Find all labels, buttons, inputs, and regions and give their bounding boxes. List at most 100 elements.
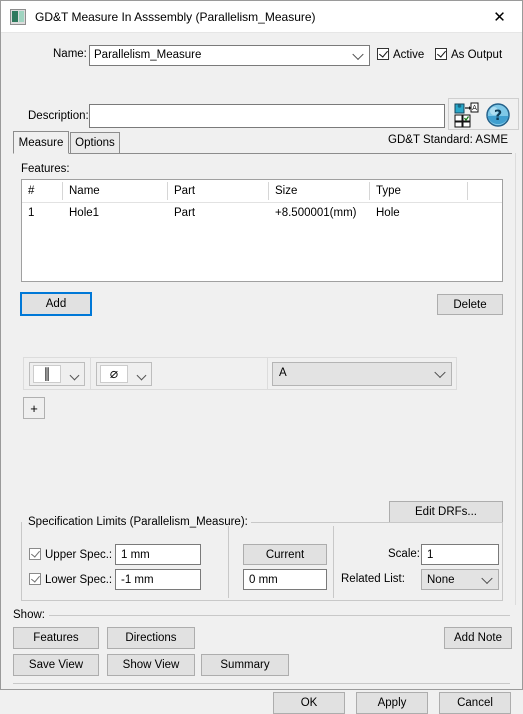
section-divider <box>333 526 334 598</box>
column-header-part[interactable]: Part <box>168 180 268 202</box>
table-header: # Name Part Size Type <box>22 180 502 203</box>
tab-measure[interactable]: Measure <box>13 131 69 154</box>
show-directions-button[interactable]: Directions <box>107 627 195 649</box>
add-note-button[interactable]: Add Note <box>444 627 512 649</box>
parallelism-symbol-icon: ∥ <box>33 365 61 383</box>
feature-control-frame: ∥ ⌀ A <box>23 357 457 390</box>
mapping-icon[interactable]: A <box>453 102 479 128</box>
column-header-name[interactable]: Name <box>63 180 167 202</box>
checkbox-box <box>29 573 41 585</box>
cancel-button[interactable]: Cancel <box>439 692 511 714</box>
current-value-field: 0 mm <box>243 569 327 590</box>
chevron-down-icon <box>434 366 446 379</box>
related-list-dropdown[interactable]: None <box>421 569 499 590</box>
close-icon[interactable]: ✕ <box>477 1 522 32</box>
gdt-measure-dialog: GD&T Measure In Asssembly (Parallelism_M… <box>0 0 523 714</box>
title-bar: GD&T Measure In Asssembly (Parallelism_M… <box>1 1 522 33</box>
name-combo[interactable]: Parallelism_Measure <box>89 45 370 66</box>
show-features-button[interactable]: Features <box>13 627 99 649</box>
lower-spec-label: Lower Spec.: <box>45 574 113 586</box>
show-group-rule <box>49 615 510 616</box>
edit-drfs-button[interactable]: Edit DRFs... <box>389 501 503 523</box>
help-icon[interactable]: ? <box>485 102 511 128</box>
tab-underline <box>13 153 512 154</box>
features-label: Features: <box>21 163 70 175</box>
diameter-symbol-icon: ⌀ <box>100 365 128 383</box>
name-value: Parallelism_Measure <box>94 49 202 61</box>
chevron-down-icon <box>481 572 493 584</box>
group-rule <box>251 522 503 523</box>
column-header-num[interactable]: # <box>22 180 62 202</box>
group-border <box>502 522 503 601</box>
features-table[interactable]: # Name Part Size Type 1 Hole1 Part +8.50… <box>21 179 503 282</box>
cell-num: 1 <box>28 207 35 219</box>
cell-part: Part <box>174 207 196 219</box>
column-header-size[interactable]: Size <box>269 180 369 202</box>
gdt-standard-label: GD&T Standard: ASME <box>388 134 508 146</box>
frame-divider <box>267 358 268 389</box>
tab-options[interactable]: Options <box>70 132 120 153</box>
summary-button[interactable]: Summary <box>201 654 289 676</box>
chevron-down-icon <box>352 48 364 60</box>
as-output-label: As Output <box>451 49 503 61</box>
cell-name: Hole1 <box>69 207 100 219</box>
apply-button[interactable]: Apply <box>356 692 428 714</box>
table-row[interactable]: 1 Hole1 Part +8.500001(mm) Hole <box>22 203 502 223</box>
diameter-symbol-dropdown[interactable]: ⌀ <box>96 362 152 386</box>
tab-measure-label: Measure <box>18 136 64 149</box>
lower-spec-input[interactable]: -1 mm <box>115 569 201 590</box>
column-header-type[interactable]: Type <box>370 180 467 202</box>
frame-divider <box>90 358 91 389</box>
related-list-value: None <box>427 574 455 586</box>
description-icon-pane: A ? <box>448 98 519 130</box>
name-row: Name: Parallelism_Measure Active As Outp… <box>1 45 523 66</box>
footer-rule <box>13 683 510 684</box>
vertical-scrollbar[interactable] <box>515 153 522 605</box>
save-view-button[interactable]: Save View <box>13 654 99 676</box>
cell-type: Hole <box>376 207 400 219</box>
related-list-label: Related List: <box>341 573 405 585</box>
upper-spec-value: 1 mm <box>121 549 150 561</box>
scale-value: 1 <box>427 549 434 561</box>
description-label: Description: <box>28 110 89 122</box>
lower-spec-value: -1 mm <box>121 574 154 586</box>
delete-button[interactable]: Delete <box>437 294 503 315</box>
chevron-down-icon <box>69 370 80 381</box>
upper-spec-label: Upper Spec.: <box>45 549 113 561</box>
checkbox-box <box>377 48 389 60</box>
description-input[interactable] <box>89 104 445 128</box>
tab-options-label: Options <box>75 137 115 149</box>
svg-text:?: ? <box>494 108 502 124</box>
scale-label: Scale: <box>388 548 420 560</box>
dialog-body: Name: Parallelism_Measure Active As Outp… <box>1 33 523 714</box>
show-view-button[interactable]: Show View <box>107 654 195 676</box>
datum-reference-dropdown[interactable]: A <box>272 362 452 386</box>
chevron-down-icon <box>136 370 147 381</box>
cell-size: +8.500001(mm) <box>275 207 357 219</box>
active-checkbox[interactable]: Active <box>377 48 424 61</box>
add-button[interactable]: Add <box>20 292 92 316</box>
lower-spec-checkbox[interactable]: Lower Spec.: <box>29 573 112 586</box>
as-output-checkbox[interactable]: As Output <box>435 48 502 61</box>
current-button[interactable]: Current <box>243 544 327 565</box>
specification-limits-title: Specification Limits (Parallelism_Measur… <box>25 516 251 528</box>
checkbox-box <box>29 548 41 560</box>
active-label: Active <box>393 49 425 61</box>
current-value: 0 mm <box>249 574 278 586</box>
group-border <box>21 522 22 601</box>
scale-input[interactable]: 1 <box>421 544 499 565</box>
add-frame-row-button[interactable]: + <box>23 397 45 419</box>
checkbox-box <box>435 48 447 60</box>
upper-spec-checkbox[interactable]: Upper Spec.: <box>29 548 112 561</box>
show-group-title: Show: <box>13 609 49 621</box>
window-title: GD&T Measure In Asssembly (Parallelism_M… <box>35 9 316 24</box>
column-header-extra[interactable] <box>468 180 502 202</box>
group-border <box>21 600 503 601</box>
ok-button[interactable]: OK <box>273 692 345 714</box>
parallelism-symbol-dropdown[interactable]: ∥ <box>29 362 85 386</box>
measure-icon <box>10 8 26 25</box>
name-label: Name: <box>53 48 87 60</box>
section-divider <box>228 526 229 598</box>
upper-spec-input[interactable]: 1 mm <box>115 544 201 565</box>
specification-limits-group: Specification Limits (Parallelism_Measur… <box>21 516 503 601</box>
